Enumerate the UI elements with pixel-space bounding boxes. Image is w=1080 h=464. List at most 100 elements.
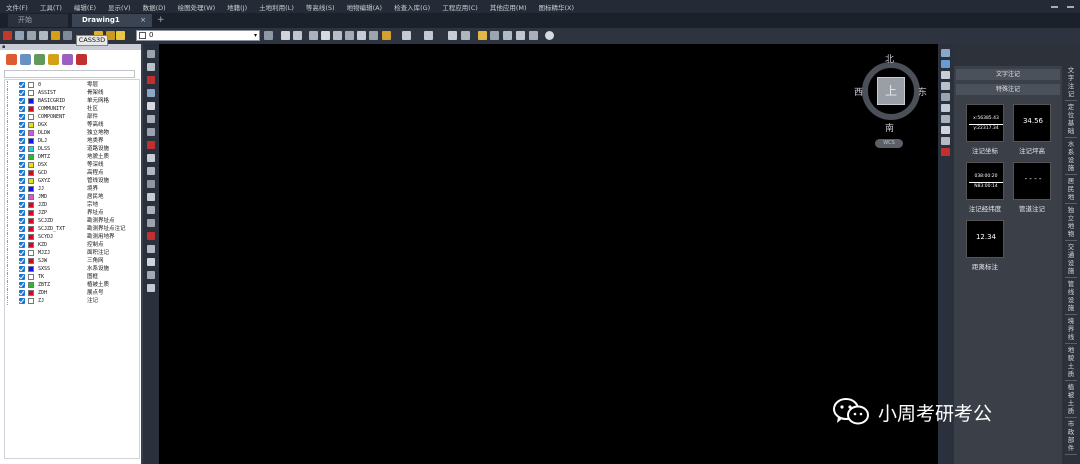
layer-color-swatch[interactable] (28, 202, 34, 208)
draw-tool-icon[interactable] (147, 50, 155, 58)
pencil-icon[interactable] (478, 31, 487, 40)
layer-manager-icon[interactable] (264, 31, 273, 40)
layer-color-swatch[interactable] (28, 90, 34, 96)
palette-tab[interactable]: 管线设施 (1065, 280, 1077, 315)
close-icon[interactable]: × (140, 14, 146, 27)
layer-color-swatch[interactable] (28, 290, 34, 296)
layer-color-swatch[interactable] (28, 114, 34, 120)
menu-data[interactable]: 数据(D) (143, 2, 166, 12)
layer-color-swatch[interactable] (28, 106, 34, 112)
viewcube[interactable]: 上 北 南 东 西 (854, 52, 930, 134)
pan-icon[interactable] (309, 31, 318, 40)
layer-row[interactable]: SJW 三角网 (5, 257, 140, 265)
palette-tab[interactable]: 水系设施 (1065, 140, 1077, 175)
layer-visible-checkbox[interactable] (19, 106, 25, 112)
menu-contour[interactable]: 等高线(S) (306, 2, 335, 12)
layer-visible-checkbox[interactable] (19, 162, 25, 168)
draw-tool-icon[interactable] (147, 102, 155, 110)
annotate-coordinate[interactable]: x:56385.43 y:22317.34 注记坐标 (966, 104, 1004, 155)
viewcube-top-face[interactable]: 上 (877, 77, 905, 105)
layer-color-swatch[interactable] (28, 138, 34, 144)
layer-row[interactable]: COMMUNITY 社区 (5, 105, 140, 113)
layer-color-swatch[interactable] (28, 146, 34, 152)
layer-color-swatch[interactable] (28, 234, 34, 240)
view-tool-icon[interactable] (941, 82, 950, 90)
layer-current-icon[interactable] (76, 54, 87, 65)
layer-visible-checkbox[interactable] (19, 210, 25, 216)
layer-visible-checkbox[interactable] (19, 130, 25, 136)
menu-cadastre[interactable]: 地籍(J) (227, 2, 247, 12)
palette-tab[interactable]: 交通设施 (1065, 243, 1077, 278)
menu-edit[interactable]: 编辑(E) (74, 2, 96, 12)
layer-color-swatch[interactable] (28, 82, 34, 88)
layer-row[interactable]: DLDW 独立地物 (5, 129, 140, 137)
layer-visible-checkbox[interactable] (19, 138, 25, 144)
grid-icon[interactable] (27, 31, 36, 40)
section-special-annotation[interactable]: 特殊注记 (956, 84, 1060, 95)
view-tool-icon[interactable] (941, 137, 950, 145)
annotate-pipe[interactable]: - - - - 管道注记 (1013, 162, 1051, 213)
minimize-icon[interactable] (1051, 2, 1058, 8)
draw-tool-icon[interactable] (147, 89, 155, 97)
layer-visible-checkbox[interactable] (19, 146, 25, 152)
layer-color-swatch[interactable] (28, 130, 34, 136)
menu-engineering[interactable]: 工程应用(C) (442, 2, 478, 12)
new-tab-button[interactable]: + (157, 14, 165, 26)
layer-color-swatch[interactable] (28, 162, 34, 168)
annotate-latlon[interactable]: 038:00:20 N83:00:14 注记经纬度 (966, 162, 1004, 213)
help-icon[interactable] (545, 31, 554, 40)
palette-tab[interactable]: 独立地物 (1065, 206, 1077, 241)
calculator-icon[interactable] (448, 31, 457, 40)
layer-visible-checkbox[interactable] (19, 202, 25, 208)
view-tool-icon[interactable] (941, 115, 950, 123)
view-tool-icon[interactable] (941, 71, 950, 79)
menu-other[interactable]: 其他应用(M) (490, 2, 527, 12)
layer-row[interactable]: ZJ 注记 (5, 297, 140, 305)
layer-dropdown[interactable]: 0 ▾ (136, 30, 260, 41)
annotate-distance[interactable]: 12.34 距离标注 (966, 220, 1004, 271)
layer-row[interactable]: DSX 等深线 (5, 161, 140, 169)
layer-visible-checkbox[interactable] (19, 82, 25, 88)
layer-states-icon[interactable] (34, 54, 45, 65)
draw-tool-icon[interactable] (147, 271, 155, 279)
window-icon[interactable] (39, 31, 48, 40)
section-text-annotation[interactable]: 文字注记 (956, 69, 1060, 80)
layer-visible-checkbox[interactable] (19, 194, 25, 200)
palette-tab[interactable]: 植被土质 (1065, 383, 1077, 418)
view-tool-icon[interactable] (941, 93, 950, 101)
annotate-elevation[interactable]: 34.56 注记坪高 (1013, 104, 1051, 155)
draw-tool-icon[interactable] (147, 284, 155, 292)
layer-visible-checkbox[interactable] (19, 274, 25, 280)
draw-tool-icon[interactable] (147, 128, 155, 136)
layer-color-swatch[interactable] (28, 266, 34, 272)
palette-tab[interactable]: 文字注记 (1065, 66, 1077, 101)
compass-north[interactable]: 北 (885, 52, 894, 65)
draw-tool-icon[interactable] (147, 154, 155, 162)
layer-color-swatch[interactable] (28, 258, 34, 264)
draw-tool-icon[interactable] (147, 167, 155, 175)
open-file-icon[interactable] (281, 31, 290, 40)
draw-tool-icon[interactable] (147, 141, 155, 149)
collapse-icon[interactable]: ▪ (2, 44, 5, 50)
measure-icon[interactable] (490, 31, 499, 40)
layer-row[interactable]: 0 零层 (5, 81, 140, 89)
layer-row[interactable]: KZD 控制点 (5, 241, 140, 249)
ucs-menu[interactable]: WCS (875, 139, 903, 148)
draw-tool-icon[interactable] (147, 206, 155, 214)
layer-row[interactable]: SXSS 水系设施 (5, 265, 140, 273)
save-icon[interactable] (293, 31, 302, 40)
layer-visible-checkbox[interactable] (19, 90, 25, 96)
layer-visible-checkbox[interactable] (19, 98, 25, 104)
zoom-icon[interactable] (333, 31, 342, 40)
layer-visible-checkbox[interactable] (19, 290, 25, 296)
compass-west[interactable]: 西 (854, 85, 863, 98)
layer-row[interactable]: SCJZD 勘测界址点 (5, 217, 140, 225)
properties-icon[interactable] (63, 31, 72, 40)
draw-tool-icon[interactable] (147, 193, 155, 201)
draw-tool-icon[interactable] (147, 245, 155, 253)
layer-color-swatch[interactable] (28, 210, 34, 216)
layer-row[interactable]: DLSS 道路设施 (5, 145, 140, 153)
layer-visible-checkbox[interactable] (19, 234, 25, 240)
3d-view-icon[interactable] (3, 31, 12, 40)
layer-visible-checkbox[interactable] (19, 186, 25, 192)
